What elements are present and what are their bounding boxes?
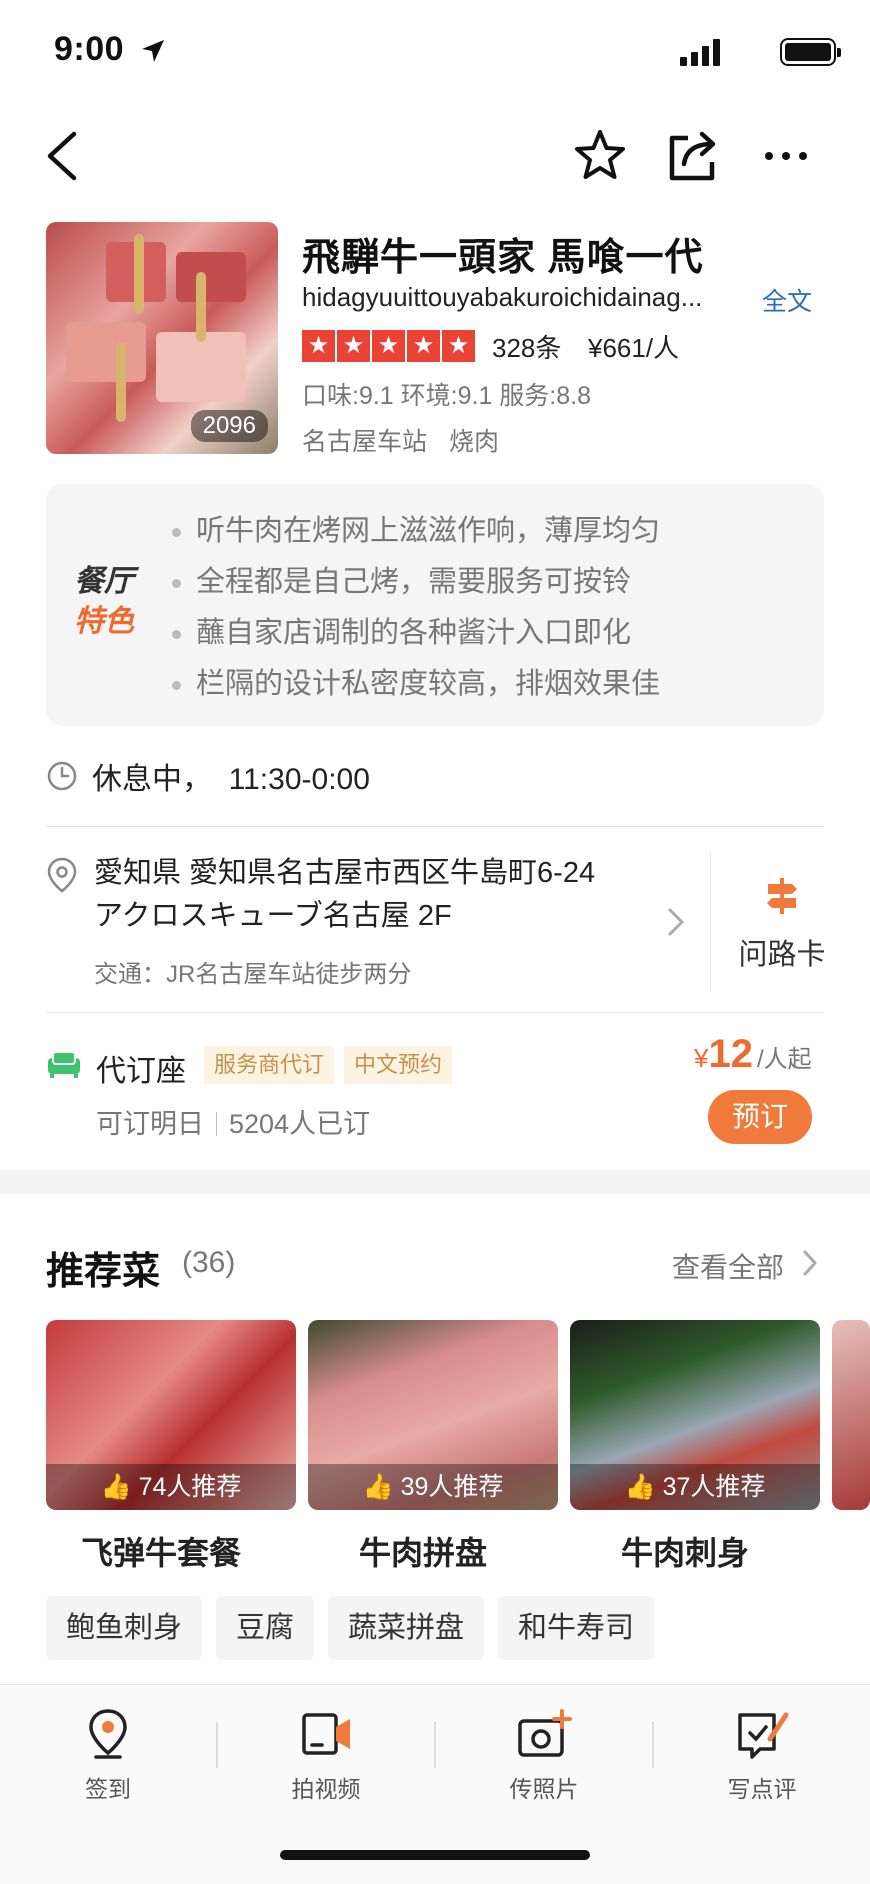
signal-icon [680, 38, 720, 66]
hours-text: 休息中， 11:30-0:00 [92, 763, 370, 796]
dish-chips: 鲍鱼刺身 豆腐 蔬菜拼盘 和牛寿司 [46, 1596, 655, 1660]
features-list: 听牛肉在烤网上滋滋作响，薄厚均匀 全程都是自己烤，需要服务可按铃 蘸自家店调制的… [166, 506, 660, 710]
restaurant-subtitle: hidagyuuittouyabakuroichidainag... [302, 282, 703, 312]
recommended-count: (36) [182, 1246, 236, 1279]
status-bar: 9:00 [0, 0, 870, 100]
booking-availability: 可订明日 [96, 1109, 204, 1139]
star-rating-icon: ★ [442, 330, 475, 362]
booking-info: 可订明日 5204人已订 [96, 1102, 370, 1141]
checkin-pin-icon [89, 1709, 127, 1759]
dish-chip[interactable]: 豆腐 [216, 1596, 315, 1660]
star-rating-icon: ★ [407, 330, 440, 362]
video-icon [302, 1713, 350, 1755]
photo-count: 2096 [190, 410, 268, 442]
dish-name: 飞弹牛套餐 [80, 1535, 241, 1571]
chevron-right-icon[interactable] [800, 1248, 820, 1278]
tab-label: 拍视频 [291, 1776, 361, 1802]
photo-upload-icon [518, 1709, 572, 1757]
fulltext-link[interactable]: 全文 [762, 282, 812, 318]
address-line1: 愛知県 愛知県名古屋市西区牛島町6-24 [94, 857, 596, 889]
star-rating-icon: ★ [372, 330, 405, 362]
review-count[interactable]: 328条 [492, 328, 561, 365]
rating-stars: ★ ★ ★ ★ ★ [302, 330, 475, 362]
address[interactable]: 愛知県 愛知県名古屋市西区牛島町6-24 アクロスキューブ名古屋 2F [94, 852, 654, 938]
chevron-right-icon[interactable] [664, 904, 688, 940]
clock-icon [47, 761, 77, 791]
opening-hours[interactable]: 休息中， 11:30-0:00 [46, 752, 370, 800]
section-separator [0, 1170, 870, 1194]
share-icon[interactable] [662, 126, 722, 186]
dish-name: 牛肉刺身 [620, 1535, 749, 1571]
badge-agent-booking: 服务商代订 [204, 1046, 335, 1084]
star-rating-icon: ★ [337, 330, 370, 362]
route-card-label: 问路卡 [738, 939, 826, 971]
feature-item: 听牛肉在烤网上滋滋作响，薄厚均匀 [166, 506, 660, 557]
back-icon[interactable] [34, 126, 94, 186]
feature-item: 蘸自家店调制的各种酱汁入口即化 [166, 608, 660, 659]
home-indicator[interactable] [280, 1850, 590, 1860]
location-pin-icon [47, 857, 77, 893]
booking-count: 5204人已订 [229, 1109, 371, 1139]
tab-divider [434, 1722, 436, 1768]
dish-recommend-count: 👍 37人推荐 [570, 1464, 820, 1510]
sofa-icon [48, 1051, 80, 1078]
tab-label: 签到 [85, 1776, 131, 1802]
dish-card[interactable]: 👍 74人推荐 [46, 1320, 296, 1510]
book-button[interactable]: 预订 [708, 1090, 812, 1144]
tab-checkin[interactable]: 签到 [38, 1707, 178, 1804]
transit-info: 交通：JR名古屋车站徒步两分 [94, 961, 412, 988]
tab-label: 写点评 [727, 1776, 797, 1802]
restaurant-tags: 名古屋车站 烧肉 [302, 422, 499, 458]
divider [46, 826, 824, 827]
booking-price: ¥12/人起 [694, 1032, 812, 1076]
tab-review[interactable]: 写点评 [692, 1707, 832, 1804]
tag-category[interactable]: 烧肉 [449, 428, 499, 456]
tab-photo[interactable]: 传照片 [474, 1707, 614, 1804]
top-nav [0, 118, 870, 190]
more-icon[interactable] [756, 126, 816, 186]
tab-video[interactable]: 拍视频 [256, 1707, 396, 1804]
dish-chip[interactable]: 蔬菜拼盘 [328, 1596, 485, 1660]
divider [710, 852, 711, 992]
divider [46, 1012, 824, 1013]
features-label: 餐厅 特色 [74, 565, 134, 638]
dish-recommend-count: 👍 39人推荐 [308, 1464, 558, 1510]
write-review-icon [738, 1712, 789, 1759]
battery-icon [780, 38, 841, 66]
restaurant-photo[interactable]: 2096 [46, 222, 278, 454]
tab-divider [216, 1722, 218, 1768]
signpost-icon [767, 878, 797, 914]
star-rating-icon: ★ [302, 330, 335, 362]
booking-title: 代订座 [96, 1055, 186, 1088]
tag-location[interactable]: 名古屋车站 [302, 428, 427, 456]
dish-chip[interactable]: 鲍鱼刺身 [46, 1596, 203, 1660]
dish-card[interactable]: 👍 37人推荐 [570, 1320, 820, 1510]
badge-chinese-booking: 中文预约 [344, 1046, 453, 1084]
price-per-person: ¥661/人 [588, 333, 680, 363]
feature-item: 栏隔的设计私密度较高，排烟效果佳 [166, 659, 660, 710]
dish-name: 牛肉拼盘 [358, 1535, 487, 1571]
dish-chip[interactable]: 和牛寿司 [498, 1596, 655, 1660]
dish-card[interactable] [832, 1320, 870, 1510]
dish-card[interactable]: 👍 39人推荐 [308, 1320, 558, 1510]
address-line2: アクロスキューブ名古屋 2F [94, 900, 452, 932]
route-card-button[interactable]: 问路卡 [730, 876, 834, 973]
recommended-title: 推荐菜 [46, 1251, 161, 1293]
status-time: 9:00 [54, 30, 125, 68]
tab-label: 传照片 [509, 1776, 579, 1802]
dish-recommend-count: 👍 74人推荐 [46, 1464, 296, 1510]
restaurant-features: 餐厅 特色 听牛肉在烤网上滋滋作响，薄厚均匀 全程都是自己烤，需要服务可按铃 蘸… [46, 484, 824, 726]
location-arrow-icon [142, 40, 164, 62]
feature-item: 全程都是自己烤，需要服务可按铃 [166, 557, 660, 608]
tab-divider [652, 1722, 654, 1768]
restaurant-name: 飛騨牛一頭家 馬喰一代 [302, 237, 704, 279]
star-icon[interactable] [570, 126, 630, 186]
sub-scores: 口味:9.1 环境:9.1 服务:8.8 [302, 382, 591, 410]
view-all-link[interactable]: 查看全部 [672, 1246, 784, 1286]
